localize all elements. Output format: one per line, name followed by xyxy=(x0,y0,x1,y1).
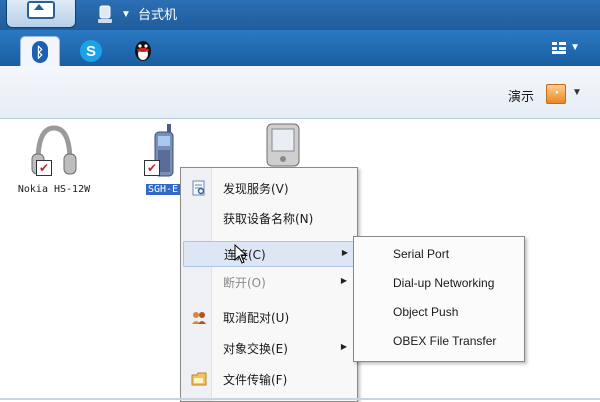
menu-item-object-exchange[interactable]: 对象交换(E) ▶ xyxy=(183,336,355,360)
menu-item-label: 对象交换(E) xyxy=(223,342,288,356)
bluetooth-icon: ᛒ xyxy=(32,41,48,63)
computer-icon xyxy=(98,5,112,23)
connect-submenu: Serial Port Dial-up Networking Object Pu… xyxy=(353,236,525,362)
mouse-cursor-icon xyxy=(234,244,248,264)
menu-item-connect[interactable]: 连接(C) ▶ xyxy=(183,241,357,267)
unpair-icon xyxy=(192,312,206,324)
service-tab-bar: ᛒ S ▼ xyxy=(0,30,600,67)
pda-icon xyxy=(266,123,300,167)
folder-icon xyxy=(191,372,207,386)
menu-item-get-device-name[interactable]: 获取设备名称(N) xyxy=(183,206,355,230)
qq-penguin-icon xyxy=(135,41,151,61)
submenu-item-serial-port[interactable]: Serial Port xyxy=(393,247,449,261)
paired-check-icon: ✔ xyxy=(144,160,160,176)
demo-dropdown-arrow[interactable]: ▼ xyxy=(572,87,582,98)
paired-check-icon: ✔ xyxy=(36,160,52,176)
device-dropdown-arrow[interactable]: ▼ xyxy=(121,9,131,20)
submenu-arrow-icon: ▶ xyxy=(340,342,347,351)
submenu-arrow-icon: ▶ xyxy=(341,248,348,257)
title-bar: ▼ 台式机 xyxy=(0,0,600,30)
device-headset[interactable]: ✔ Nokia HS-12W xyxy=(14,122,94,195)
menu-item-label: 获取设备名称(N) xyxy=(223,212,314,226)
device-label: Nokia HS-12W xyxy=(17,184,91,195)
device-type-title[interactable]: 台式机 xyxy=(138,4,177,23)
skype-icon: S xyxy=(80,40,102,62)
home-button[interactable] xyxy=(6,0,76,28)
menu-item-label: 文件传输(F) xyxy=(223,373,288,387)
demo-label[interactable]: 演示 xyxy=(508,86,534,105)
tab-qq[interactable] xyxy=(124,36,162,66)
device-pda[interactable] xyxy=(258,122,308,171)
menu-item-unpair[interactable]: 取消配对(U) xyxy=(183,305,355,329)
up-arrow-icon xyxy=(27,1,55,19)
headset-icon xyxy=(31,125,77,175)
submenu-item-dial-up-networking[interactable]: Dial-up Networking xyxy=(393,276,494,290)
discover-services-icon xyxy=(192,180,205,196)
action-bar: 演示 ◔ ▼ xyxy=(0,66,600,119)
menu-item-label: 发现服务(V) xyxy=(223,182,289,196)
menu-item-label: 取消配对(U) xyxy=(223,311,290,325)
menu-item-file-transfer[interactable]: 文件传输(F) xyxy=(183,367,355,391)
tab-bluetooth[interactable]: ᛒ xyxy=(20,36,60,67)
submenu-item-object-push[interactable]: Object Push xyxy=(393,305,458,319)
menu-item-label: 断开(O) xyxy=(223,276,266,290)
demo-icon[interactable]: ◔ xyxy=(546,84,566,104)
submenu-arrow-icon: ▶ xyxy=(340,276,347,285)
menu-item-discover-services[interactable]: 发现服务(V) xyxy=(183,176,355,200)
view-options-icon[interactable] xyxy=(552,42,566,54)
device-context-menu: 发现服务(V) 获取设备名称(N) 连接(C) ▶ 断开(O) ▶ 取消配对(U… xyxy=(180,167,358,402)
device-label: SGH-E xyxy=(145,184,181,195)
submenu-item-obex-file-transfer[interactable]: OBEX File Transfer xyxy=(393,334,496,348)
tab-skype[interactable]: S xyxy=(72,36,110,66)
view-options-arrow[interactable]: ▼ xyxy=(570,42,580,53)
menu-item-disconnect[interactable]: 断开(O) ▶ xyxy=(183,270,355,294)
